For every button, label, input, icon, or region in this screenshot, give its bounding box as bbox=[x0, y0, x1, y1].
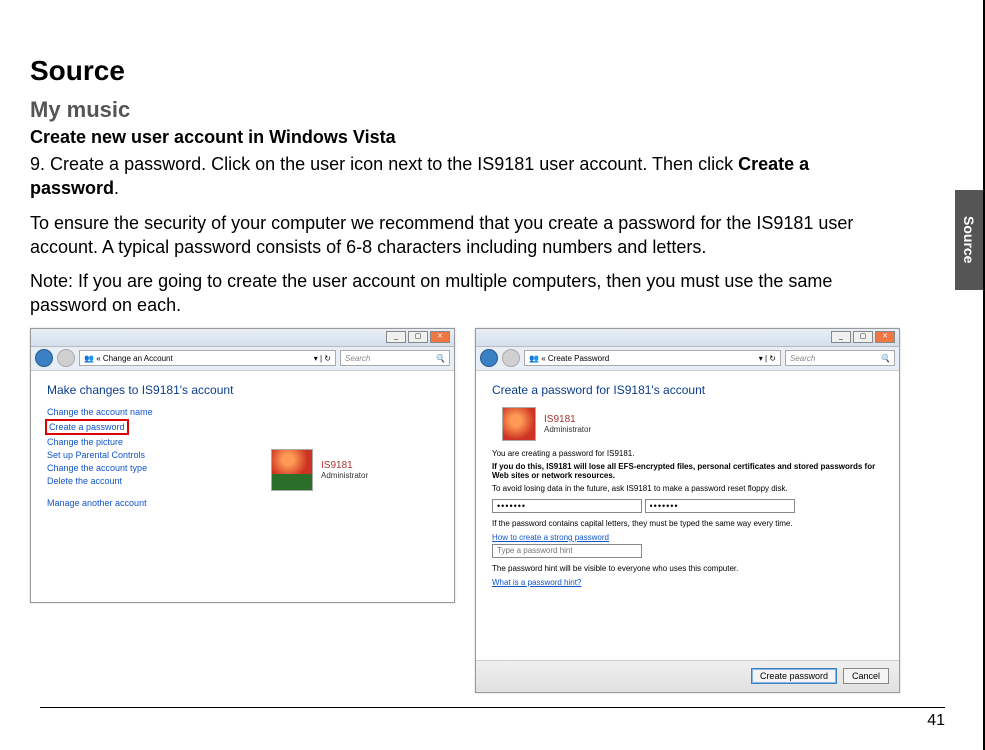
breadcrumb-text-left: « Change an Account bbox=[96, 354, 173, 363]
titlebar-left: _ ▢ ✕ bbox=[31, 329, 454, 347]
minimize-button[interactable]: _ bbox=[386, 331, 406, 343]
step-number: 9. bbox=[30, 154, 45, 174]
user-tile-right: IS9181 Administrator bbox=[502, 407, 883, 441]
link-change-type[interactable]: Change the account type bbox=[47, 463, 438, 473]
user-name-right: IS9181 bbox=[544, 414, 591, 425]
link-create-password-text: Create a password bbox=[45, 419, 129, 435]
main-content: Source My music Create new user account … bbox=[0, 0, 940, 723]
user-picture-icon bbox=[271, 449, 313, 491]
note-capitals: If the password contains capital letters… bbox=[492, 519, 883, 528]
window-create-password: _ ▢ ✕ 👥 « Create Password ▾ | ↻ Search 🔍 bbox=[475, 328, 900, 693]
step-9: 9. Create a password. Click on the user … bbox=[30, 152, 900, 201]
forward-button[interactable] bbox=[57, 349, 75, 367]
page-number: 41 bbox=[40, 707, 945, 730]
search-placeholder-right: Search bbox=[790, 354, 815, 363]
link-delete-account[interactable]: Delete the account bbox=[47, 476, 438, 486]
pane-left: Make changes to IS9181's account Change … bbox=[31, 371, 454, 602]
breadcrumb-text-right: « Create Password bbox=[541, 354, 609, 363]
back-button[interactable] bbox=[35, 349, 53, 367]
user-name-left: IS9181 bbox=[321, 460, 368, 471]
link-create-password[interactable]: Create a password bbox=[47, 420, 438, 434]
link-change-picture[interactable]: Change the picture bbox=[47, 437, 438, 447]
link-parental-controls[interactable]: Set up Parental Controls bbox=[47, 450, 438, 460]
account-actions-list: Change the account name Create a passwor… bbox=[47, 407, 438, 508]
paragraph-note: Note: If you are going to create the use… bbox=[30, 269, 900, 318]
close-button[interactable]: ✕ bbox=[430, 331, 450, 343]
step-text-a: Create a password. Click on the user ico… bbox=[50, 154, 738, 174]
link-manage-another[interactable]: Manage another account bbox=[47, 498, 438, 508]
link-strong-password[interactable]: How to create a strong password bbox=[492, 533, 609, 542]
pane-right: Create a password for IS9181's account I… bbox=[476, 371, 899, 599]
search-placeholder-left: Search bbox=[345, 354, 370, 363]
note-floppy: To avoid losing data in the future, ask … bbox=[492, 484, 883, 493]
maximize-button-r[interactable]: ▢ bbox=[853, 331, 873, 343]
dialog-footer: Create password Cancel bbox=[476, 660, 899, 692]
paragraph-security: To ensure the security of your computer … bbox=[30, 211, 900, 260]
breadcrumb-left[interactable]: 👥 « Change an Account ▾ | ↻ bbox=[79, 350, 336, 366]
step-text-b: . bbox=[114, 178, 119, 198]
password-field-2[interactable] bbox=[645, 499, 795, 513]
user-tile-left[interactable]: IS9181 Administrator bbox=[271, 449, 368, 491]
address-bar-left: 👥 « Change an Account ▾ | ↻ Search 🔍 bbox=[31, 347, 454, 371]
back-button-r[interactable] bbox=[480, 349, 498, 367]
user-role-left: Administrator bbox=[321, 471, 368, 480]
forward-button-r[interactable] bbox=[502, 349, 520, 367]
user-picture-icon-r bbox=[502, 407, 536, 441]
maximize-button[interactable]: ▢ bbox=[408, 331, 428, 343]
folder-icon-r: 👥 bbox=[529, 354, 539, 363]
screenshots-row: _ ▢ ✕ 👥 « Change an Account ▾ | ↻ Search… bbox=[30, 328, 900, 693]
folder-icon: 👥 bbox=[84, 354, 94, 363]
section-title: My music bbox=[30, 97, 900, 123]
window-change-account: _ ▢ ✕ 👥 « Change an Account ▾ | ↻ Search… bbox=[30, 328, 455, 603]
note-efs-warning: If you do this, IS9181 will lose all EFS… bbox=[492, 462, 883, 480]
heading-make-changes: Make changes to IS9181's account bbox=[47, 383, 438, 397]
side-tab: Source bbox=[955, 190, 983, 290]
link-what-is-hint[interactable]: What is a password hint? bbox=[492, 578, 581, 587]
page-title: Source bbox=[30, 55, 900, 87]
link-change-name[interactable]: Change the account name bbox=[47, 407, 438, 417]
address-bar-right: 👥 « Create Password ▾ | ↻ Search 🔍 bbox=[476, 347, 899, 371]
password-hint-field[interactable] bbox=[492, 544, 642, 558]
note-creating: You are creating a password for IS9181. bbox=[492, 449, 883, 458]
cancel-button[interactable]: Cancel bbox=[843, 668, 889, 684]
search-input-left[interactable]: Search 🔍 bbox=[340, 350, 450, 366]
subsection-title: Create new user account in Windows Vista bbox=[30, 127, 900, 148]
user-role-right: Administrator bbox=[544, 425, 591, 434]
password-field-1[interactable] bbox=[492, 499, 642, 513]
heading-create-password: Create a password for IS9181's account bbox=[492, 383, 883, 397]
search-input-right[interactable]: Search 🔍 bbox=[785, 350, 895, 366]
create-password-button[interactable]: Create password bbox=[751, 668, 837, 684]
minimize-button-r[interactable]: _ bbox=[831, 331, 851, 343]
titlebar-right: _ ▢ ✕ bbox=[476, 329, 899, 347]
note-hint-visible: The password hint will be visible to eve… bbox=[492, 564, 883, 573]
close-button-r[interactable]: ✕ bbox=[875, 331, 895, 343]
breadcrumb-right[interactable]: 👥 « Create Password ▾ | ↻ bbox=[524, 350, 781, 366]
